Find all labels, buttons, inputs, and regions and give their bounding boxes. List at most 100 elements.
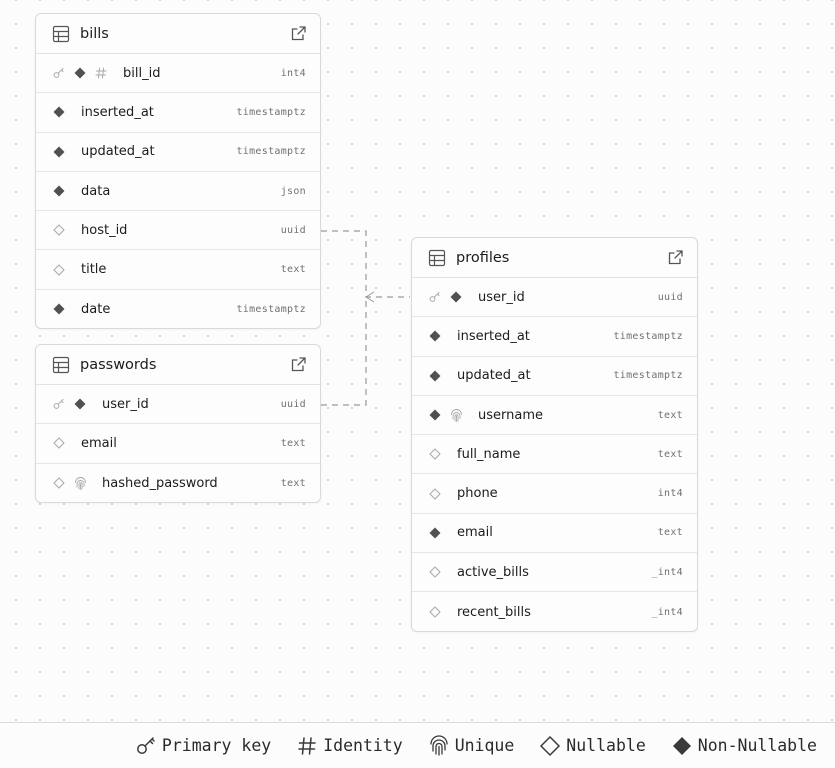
- column-name: user_id: [478, 289, 525, 305]
- column-row[interactable]: updated_at timestamptz: [412, 357, 697, 396]
- column-name: recent_bills: [457, 604, 531, 620]
- column-type: text: [657, 527, 683, 539]
- column-icons: [52, 66, 115, 80]
- column-type: text: [280, 477, 306, 489]
- column-type: text: [657, 448, 683, 460]
- column-name: active_bills: [457, 564, 529, 580]
- column-icons: [428, 290, 470, 304]
- hollow-diamond-icon: [428, 447, 442, 461]
- table-header[interactable]: profiles: [412, 238, 697, 278]
- column-type: text: [280, 264, 306, 276]
- column-row[interactable]: host_id uuid: [36, 211, 320, 251]
- column-row[interactable]: hashed_password text: [36, 464, 320, 502]
- fingerprint-icon: [449, 408, 463, 422]
- column-icons: [428, 447, 449, 461]
- legend-identity: Identity: [296, 735, 403, 757]
- column-row[interactable]: date timestamptz: [36, 290, 320, 328]
- column-name: bill_id: [123, 65, 161, 81]
- column-row[interactable]: user_id uuid: [36, 385, 320, 425]
- table-icon: [52, 356, 70, 374]
- column-row[interactable]: inserted_at timestamptz: [36, 93, 320, 133]
- legend-primary-key: Primary key: [135, 735, 271, 757]
- column-row[interactable]: inserted_at timestamptz: [412, 317, 697, 357]
- hollow-diamond-icon: [52, 476, 66, 490]
- legend-label: Identity: [323, 736, 403, 755]
- column-icons: [428, 369, 449, 383]
- column-name: username: [478, 407, 543, 423]
- column-type: timestamptz: [613, 370, 683, 382]
- table-header[interactable]: bills: [36, 14, 320, 54]
- column-row[interactable]: email text: [36, 424, 320, 464]
- open-external-icon[interactable]: [289, 356, 307, 374]
- schema-canvas[interactable]: bills bill_id int4 inserted_at timestamptz up…: [0, 0, 835, 722]
- table-profiles[interactable]: profiles user_id uuid inserted_at timestampt…: [411, 237, 698, 632]
- column-name: updated_at: [457, 368, 531, 384]
- column-name: updated_at: [81, 144, 155, 160]
- column-row[interactable]: full_name text: [412, 435, 697, 475]
- column-icons: [52, 184, 73, 198]
- column-row[interactable]: title text: [36, 250, 320, 290]
- column-name: phone: [457, 486, 498, 502]
- column-icons: [428, 487, 449, 501]
- column-icons: [428, 526, 449, 540]
- column-type: text: [657, 409, 683, 421]
- column-name: user_id: [102, 396, 149, 412]
- column-type: text: [280, 437, 306, 449]
- hollow-diamond-icon: [428, 487, 442, 501]
- table-passwords[interactable]: passwords user_id uuid email text hashed_pass…: [35, 344, 321, 503]
- hollow-diamond-icon: [428, 605, 442, 619]
- key-icon: [135, 735, 157, 757]
- hollow-diamond-icon: [52, 436, 66, 450]
- legend-label: Nullable: [566, 736, 646, 755]
- filled-diamond-icon: [428, 526, 442, 540]
- column-row[interactable]: user_id uuid: [412, 278, 697, 318]
- column-icons: [52, 105, 73, 119]
- filled-diamond-icon: [73, 66, 87, 80]
- column-row[interactable]: recent_bills _int4: [412, 592, 697, 631]
- filled-diamond-icon: [52, 145, 66, 159]
- column-type: int4: [280, 67, 306, 79]
- edge-passwords-user-id-to-profiles-user-id: [321, 297, 367, 406]
- table-header[interactable]: passwords: [36, 345, 320, 385]
- key-icon: [52, 66, 66, 80]
- table-bills[interactable]: bills bill_id int4 inserted_at timestamptz up…: [35, 13, 321, 329]
- column-row[interactable]: bill_id int4: [36, 54, 320, 94]
- legend-non-nullable: Non-Nullable: [671, 735, 817, 757]
- table-title: bills: [80, 25, 109, 42]
- column-row[interactable]: updated_at timestamptz: [36, 133, 320, 172]
- table-icon: [428, 249, 446, 267]
- column-icons: [52, 476, 94, 490]
- open-external-icon[interactable]: [289, 25, 307, 43]
- hollow-diamond-icon: [52, 223, 66, 237]
- column-name: date: [81, 301, 111, 317]
- column-type: int4: [657, 488, 683, 500]
- column-type: uuid: [657, 291, 683, 303]
- column-row[interactable]: phone int4: [412, 474, 697, 514]
- column-row[interactable]: username text: [412, 396, 697, 436]
- open-external-icon[interactable]: [666, 249, 684, 267]
- filled-diamond-icon: [428, 369, 442, 383]
- column-row[interactable]: data json: [36, 172, 320, 212]
- column-name: inserted_at: [457, 328, 530, 344]
- legend-bar: Primary key Identity Unique Nullable Non…: [0, 722, 835, 768]
- hash-icon: [94, 66, 108, 80]
- column-row[interactable]: active_bills _int4: [412, 553, 697, 593]
- column-name: data: [81, 183, 111, 199]
- edge-crows-foot: [365, 291, 375, 303]
- legend-nullable: Nullable: [539, 735, 646, 757]
- fingerprint-icon: [73, 476, 87, 490]
- column-type: timestamptz: [236, 106, 306, 118]
- key-icon: [428, 290, 442, 304]
- column-icons: [52, 436, 73, 450]
- hollow-diamond-icon: [52, 263, 66, 277]
- column-name: hashed_password: [102, 475, 218, 491]
- column-icons: [52, 223, 73, 237]
- column-name: title: [81, 262, 107, 278]
- column-row[interactable]: email text: [412, 514, 697, 554]
- filled-diamond-icon: [52, 302, 66, 316]
- column-type: timestamptz: [236, 146, 306, 158]
- filled-diamond-icon: [52, 184, 66, 198]
- table-icon: [52, 25, 70, 43]
- column-name: inserted_at: [81, 104, 154, 120]
- column-icons: [52, 145, 73, 159]
